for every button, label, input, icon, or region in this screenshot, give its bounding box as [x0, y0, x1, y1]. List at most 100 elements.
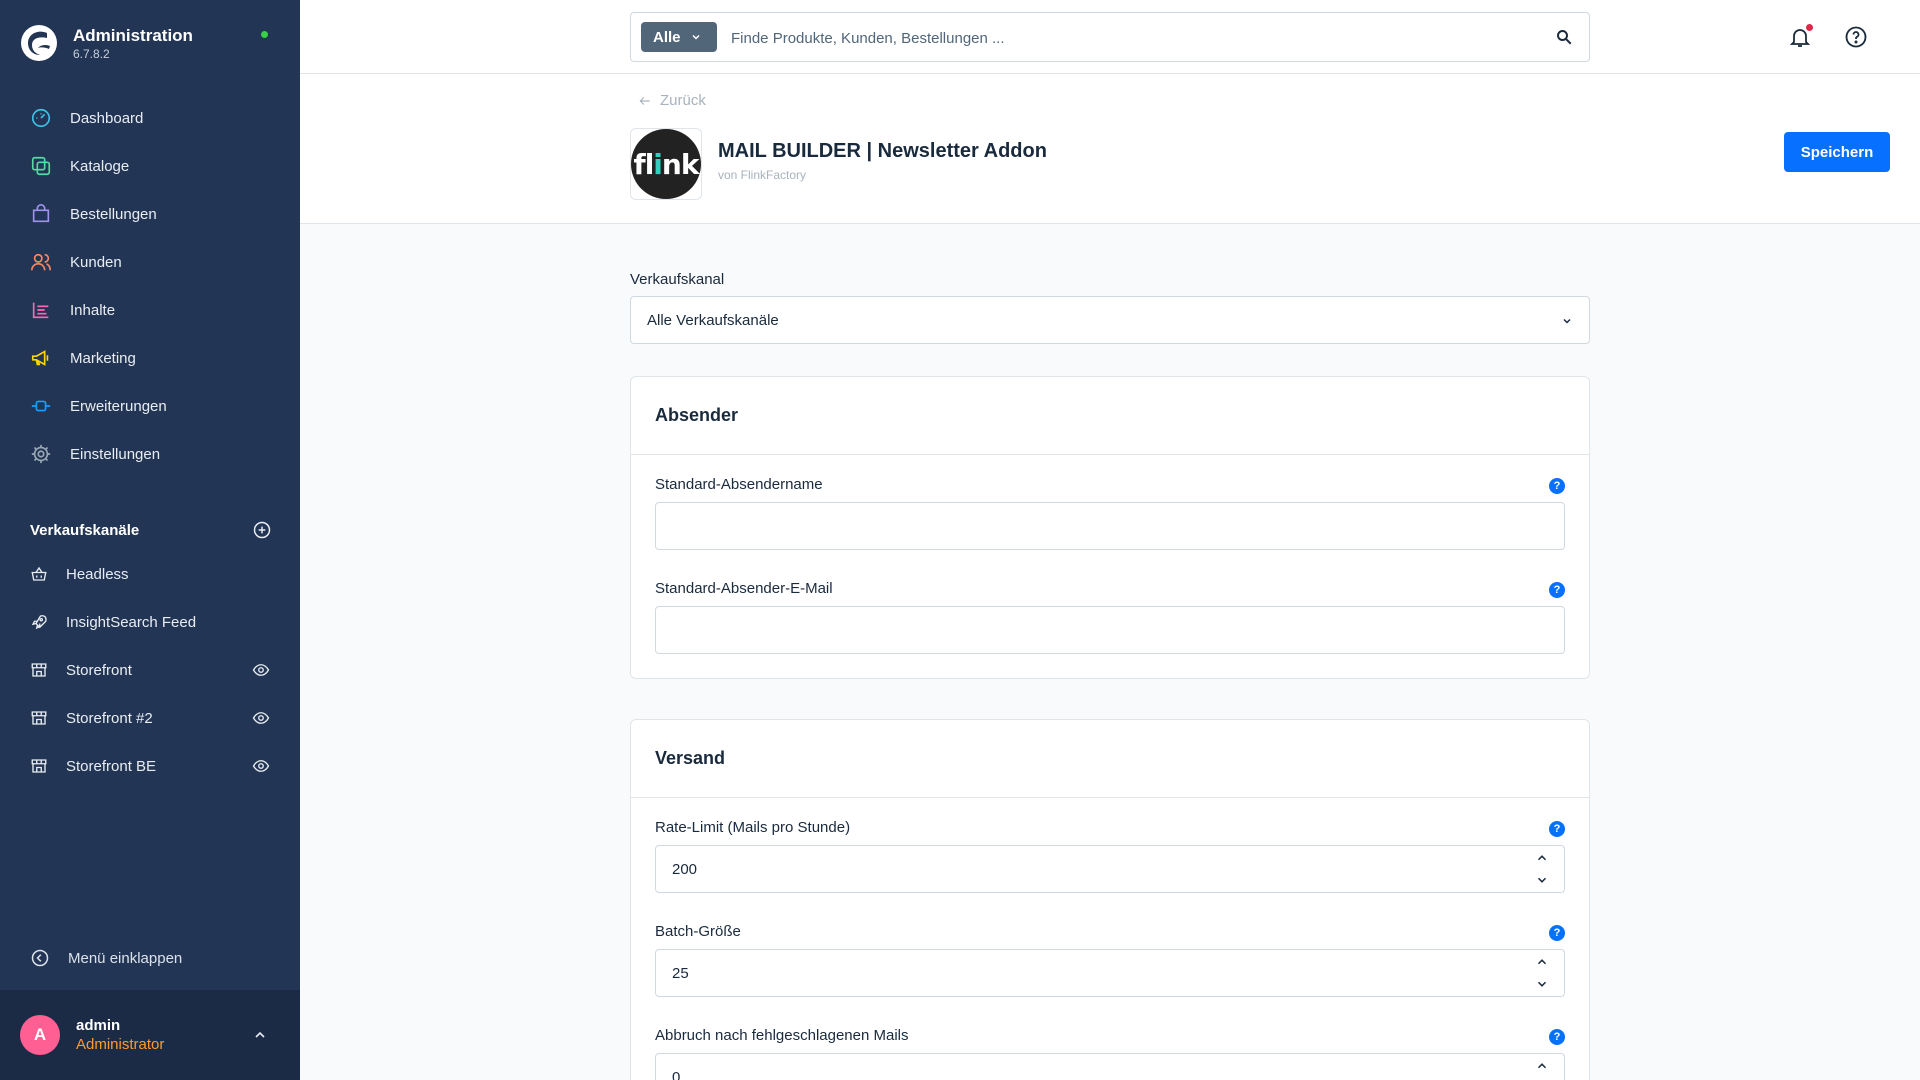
- nav-item-content[interactable]: Inhalte: [0, 286, 300, 334]
- customers-icon: [30, 251, 52, 273]
- sales-channel-select-value: Alle Verkaufskanäle: [647, 311, 779, 329]
- sales-channel-select[interactable]: Alle Verkaufskanäle: [630, 296, 1590, 344]
- chevron-up-icon[interactable]: [1535, 851, 1549, 865]
- sender-email-label: Standard-Absender-E-Mail: [655, 580, 833, 597]
- sender-card: Absender Standard-Absendername ? Standar…: [630, 376, 1590, 679]
- storefront-icon: [30, 661, 48, 679]
- batch-size-input[interactable]: [655, 949, 1565, 997]
- sales-channel-storefront[interactable]: Storefront: [0, 646, 300, 694]
- help-icon[interactable]: [1844, 25, 1868, 49]
- global-search: Alle: [630, 12, 1590, 62]
- chevron-up-icon[interactable]: [252, 1027, 268, 1043]
- nav-label: Dashboard: [70, 109, 144, 127]
- nav-item-marketing[interactable]: Marketing: [0, 334, 300, 382]
- sales-channel-insightsearch-feed[interactable]: InsightSearch Feed: [0, 598, 300, 646]
- app-title: Administration: [73, 26, 193, 45]
- plugin-logo: fl i nk: [630, 128, 702, 200]
- user-menu[interactable]: A admin Administrator: [0, 990, 300, 1080]
- batch-size-field: [655, 949, 1565, 997]
- user-role: Administrator: [76, 1036, 165, 1053]
- orders-bag-icon: [30, 203, 52, 225]
- search-input[interactable]: [731, 25, 1531, 51]
- dashboard-gauge-icon: [30, 107, 52, 129]
- rate-limit-input[interactable]: [655, 845, 1565, 893]
- top-bar: Alle: [300, 0, 1920, 74]
- chevron-down-icon: [1563, 318, 1571, 324]
- sales-channel-storefront-be[interactable]: Storefront BE: [0, 742, 300, 790]
- help-tooltip-icon[interactable]: ?: [1549, 925, 1565, 941]
- chevron-up-icon[interactable]: [1535, 955, 1549, 969]
- number-stepper: [1535, 851, 1551, 887]
- sales-channel-label: Storefront BE: [66, 757, 157, 775]
- collapse-menu-label: Menü einklappen: [68, 949, 183, 967]
- eye-icon[interactable]: [252, 661, 270, 679]
- sales-channel-headless[interactable]: Headless: [0, 550, 300, 598]
- sender-email-input[interactable]: [655, 606, 1565, 654]
- nav-label: Marketing: [70, 349, 136, 367]
- search-icon[interactable]: [1555, 28, 1573, 46]
- nav-item-settings[interactable]: Einstellungen: [0, 430, 300, 478]
- app-version: 6.7.8.2: [73, 47, 110, 61]
- help-tooltip-icon[interactable]: ?: [1549, 582, 1565, 598]
- help-tooltip-icon[interactable]: ?: [1549, 821, 1565, 837]
- storefront-icon: [30, 709, 48, 727]
- sales-channel-label: Storefront #2: [66, 709, 153, 727]
- back-label: Zurück: [660, 92, 706, 109]
- notification-badge: [1806, 24, 1813, 31]
- nav-item-customers[interactable]: Kunden: [0, 238, 300, 286]
- save-button[interactable]: Speichern: [1784, 132, 1890, 172]
- chevron-down-icon[interactable]: [1535, 977, 1549, 991]
- sender-name-label: Standard-Absendername: [655, 476, 823, 493]
- sales-channels-list: Headless InsightSearch Feed Storefront S…: [0, 550, 300, 790]
- abort-after-failed-input[interactable]: [655, 1053, 1565, 1080]
- storefront-icon: [30, 757, 48, 775]
- sidebar: Administration 6.7.8.2 Dashboard Katalog…: [0, 0, 300, 1080]
- sales-channel-select-label: Verkaufskanal: [630, 271, 725, 288]
- sender-name-input[interactable]: [655, 502, 1565, 550]
- nav-item-extensions[interactable]: Erweiterungen: [0, 382, 300, 430]
- chevron-down-icon[interactable]: [1535, 873, 1549, 887]
- search-scope-button[interactable]: Alle: [641, 22, 717, 52]
- back-link[interactable]: Zurück: [638, 92, 706, 109]
- nav-label: Kataloge: [70, 157, 130, 175]
- batch-size-label: Batch-Größe: [655, 923, 741, 940]
- settings-gear-icon: [30, 443, 52, 465]
- rocket-icon: [30, 613, 48, 631]
- help-tooltip-icon[interactable]: ?: [1549, 1029, 1565, 1045]
- nav-label: Bestellungen: [70, 205, 157, 223]
- sales-channels-title: Verkaufskanäle: [30, 521, 140, 539]
- rate-limit-label: Rate-Limit (Mails pro Stunde): [655, 819, 851, 836]
- eye-icon[interactable]: [252, 709, 270, 727]
- main-nav: Dashboard Kataloge Bestellungen Kunden I…: [0, 94, 300, 478]
- brand: Administration 6.7.8.2: [20, 20, 280, 66]
- page-title: MAIL BUILDER | Newsletter Addon: [718, 140, 1047, 162]
- chevron-down-icon: [691, 34, 700, 40]
- avatar: A: [20, 1015, 60, 1055]
- plugin-logo-accent: i: [653, 147, 663, 181]
- status-online-indicator: [261, 31, 268, 38]
- help-tooltip-icon[interactable]: ?: [1549, 478, 1565, 494]
- chevron-left-circle-icon: [31, 949, 49, 967]
- nav-item-catalogues[interactable]: Kataloge: [0, 142, 300, 190]
- extensions-plug-icon: [30, 395, 52, 417]
- number-stepper: [1535, 955, 1551, 991]
- arrow-left-icon: [639, 96, 650, 105]
- nav-item-dashboard[interactable]: Dashboard: [0, 94, 300, 142]
- collapse-menu-button[interactable]: Menü einklappen: [30, 946, 182, 970]
- sales-channel-label: Headless: [66, 565, 129, 583]
- basket-icon: [30, 565, 48, 583]
- plugin-vendor: von FlinkFactory: [718, 168, 807, 182]
- sender-card-title: Absender: [631, 377, 1589, 455]
- page-header: Zurück fl i nk MAIL BUILDER | Newsletter A…: [300, 74, 1920, 224]
- rate-limit-field: [655, 845, 1565, 893]
- nav-item-orders[interactable]: Bestellungen: [0, 190, 300, 238]
- nav-label: Einstellungen: [70, 445, 161, 463]
- add-sales-channel-icon[interactable]: [252, 520, 272, 540]
- sales-channel-label: Storefront: [66, 661, 132, 679]
- content-icon: [30, 299, 52, 321]
- chevron-up-icon[interactable]: [1535, 1059, 1549, 1073]
- sales-channel-storefront-2[interactable]: Storefront #2: [0, 694, 300, 742]
- eye-icon[interactable]: [252, 757, 270, 775]
- sales-channels-heading: Verkaufskanäle: [30, 518, 272, 542]
- user-name: admin: [76, 1017, 121, 1034]
